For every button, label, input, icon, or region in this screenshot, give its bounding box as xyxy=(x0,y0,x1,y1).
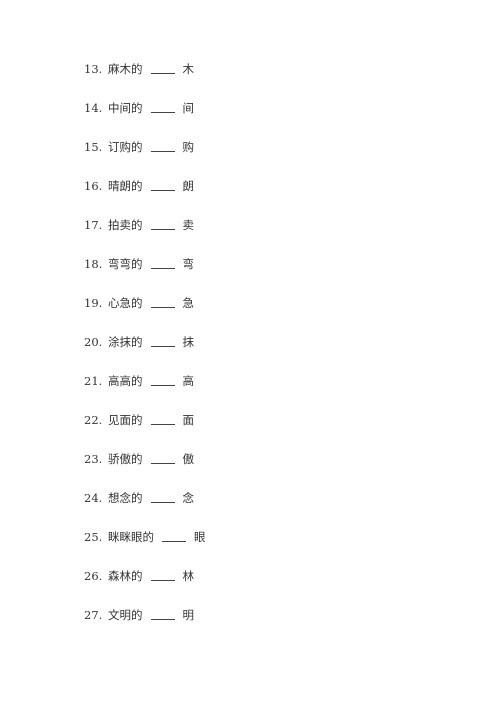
answer-blank xyxy=(150,570,175,581)
exercise-item: 17. 拍卖的 卖 xyxy=(84,216,194,234)
item-suffix: 眼 xyxy=(194,530,206,544)
item-number: 13. xyxy=(84,62,103,76)
item-number: 23. xyxy=(84,452,103,466)
exercise-item: 26. 森林的 林 xyxy=(84,567,194,585)
answer-blank xyxy=(150,492,175,503)
answer-blank xyxy=(150,258,175,269)
item-number: 15. xyxy=(84,140,103,154)
item-number: 18. xyxy=(84,257,103,271)
item-suffix: 间 xyxy=(182,101,195,115)
answer-blank xyxy=(150,609,175,620)
exercise-item: 14. 中间的 间 xyxy=(84,99,194,117)
item-suffix: 高 xyxy=(182,374,195,388)
item-prefix: 文明的 xyxy=(108,608,143,622)
item-prefix: 见面的 xyxy=(108,413,143,427)
item-suffix: 明 xyxy=(182,608,195,622)
item-number: 21. xyxy=(84,374,103,388)
item-suffix: 抹 xyxy=(182,335,195,349)
item-prefix: 订购的 xyxy=(108,140,143,154)
answer-blank xyxy=(150,180,175,191)
answer-blank xyxy=(150,219,175,230)
item-suffix: 卖 xyxy=(182,218,195,232)
item-prefix: 心急的 xyxy=(108,296,143,310)
item-suffix: 面 xyxy=(182,413,195,427)
exercise-item: 24. 想念的 念 xyxy=(84,489,194,507)
item-prefix: 森林的 xyxy=(108,569,143,583)
exercise-item: 27. 文明的 明 xyxy=(84,606,194,624)
answer-blank xyxy=(150,336,175,347)
item-number: 16. xyxy=(84,179,103,193)
answer-blank xyxy=(150,297,175,308)
item-number: 25. xyxy=(84,530,103,544)
item-number: 22. xyxy=(84,413,103,427)
item-prefix: 麻木的 xyxy=(108,62,143,76)
answer-blank xyxy=(162,531,186,542)
answer-blank xyxy=(150,63,175,74)
item-prefix: 拍卖的 xyxy=(108,218,143,232)
item-number: 26. xyxy=(84,569,103,583)
item-suffix: 急 xyxy=(182,296,195,310)
exercise-item: 15. 订购的 购 xyxy=(84,138,194,156)
item-number: 14. xyxy=(84,101,103,115)
exercise-item: 13. 麻木的 木 xyxy=(84,60,194,78)
exercise-item: 18. 弯弯的 弯 xyxy=(84,255,194,273)
item-number: 19. xyxy=(84,296,103,310)
item-prefix: 骄傲的 xyxy=(108,452,143,466)
item-number: 24. xyxy=(84,491,103,505)
item-prefix: 想念的 xyxy=(108,491,143,505)
item-prefix: 弯弯的 xyxy=(108,257,143,271)
item-number: 27. xyxy=(84,608,103,622)
answer-blank xyxy=(150,453,175,464)
item-prefix: 高高的 xyxy=(108,374,143,388)
item-suffix: 傲 xyxy=(182,452,195,466)
item-suffix: 购 xyxy=(182,140,195,154)
document-page: 13. 麻木的 木 14. 中间的 间 15. 订购的 购 16. 晴朗的 朗 … xyxy=(0,0,500,707)
item-suffix: 木 xyxy=(182,62,195,76)
item-number: 17. xyxy=(84,218,103,232)
exercise-item: 25. 眯眯眼的 眼 xyxy=(84,528,206,546)
item-suffix: 朗 xyxy=(182,179,195,193)
exercise-item: 16. 晴朗的 朗 xyxy=(84,177,194,195)
item-number: 20. xyxy=(84,335,103,349)
item-suffix: 念 xyxy=(182,491,195,505)
answer-blank xyxy=(150,414,175,425)
exercise-item: 23. 骄傲的 傲 xyxy=(84,450,194,468)
answer-blank xyxy=(150,375,175,386)
item-suffix: 林 xyxy=(182,569,195,583)
item-prefix: 晴朗的 xyxy=(108,179,143,193)
exercise-item: 22. 见面的 面 xyxy=(84,411,194,429)
exercise-item: 19. 心急的 急 xyxy=(84,294,194,312)
exercise-item: 20. 涂抹的 抹 xyxy=(84,333,194,351)
item-prefix: 涂抹的 xyxy=(108,335,143,349)
answer-blank xyxy=(150,141,175,152)
item-suffix: 弯 xyxy=(182,257,195,271)
exercise-item: 21. 高高的 高 xyxy=(84,372,194,390)
answer-blank xyxy=(150,102,175,113)
item-prefix: 中间的 xyxy=(108,101,143,115)
item-prefix: 眯眯眼的 xyxy=(108,530,154,544)
